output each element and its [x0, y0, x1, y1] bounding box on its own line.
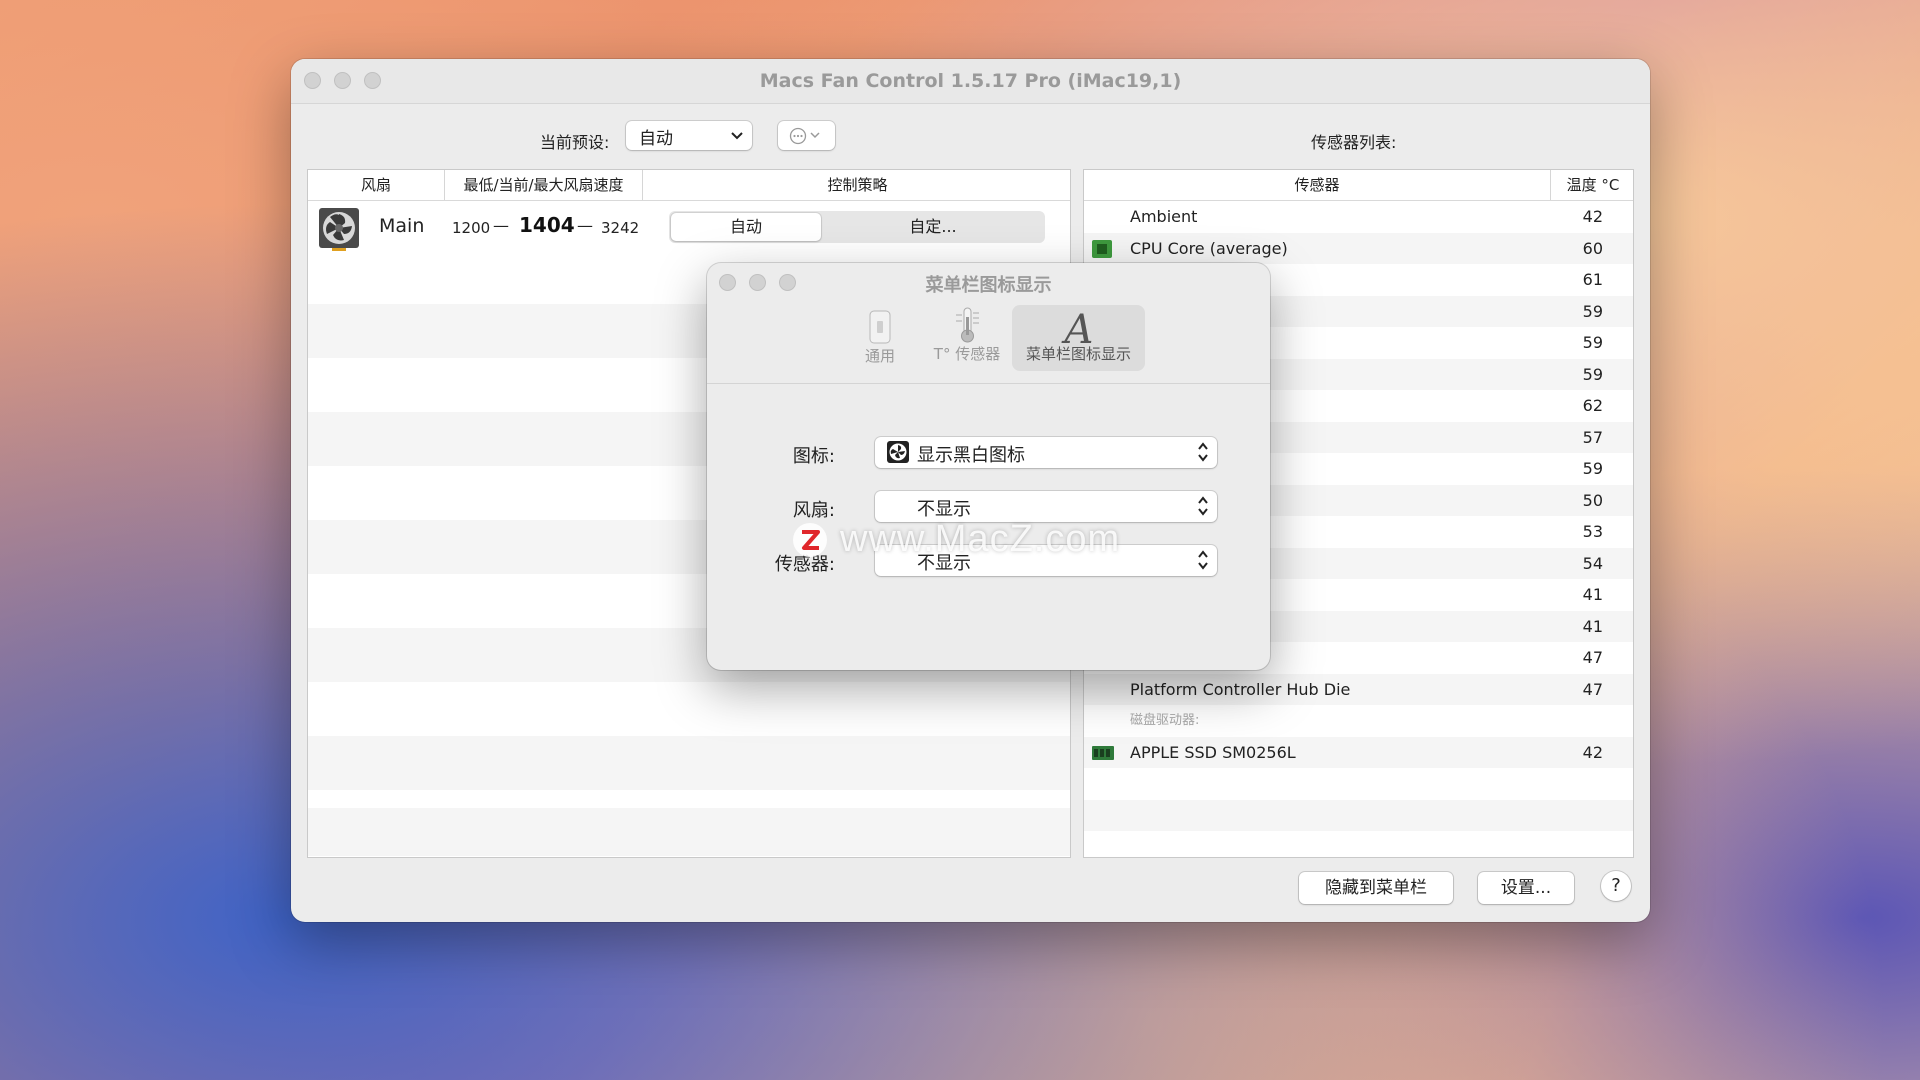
sensor-row[interactable]: APPLE SSD SM0256L 42 — [1084, 736, 1633, 768]
control-segmented: 自动 自定... — [669, 211, 1045, 243]
sensor-temp: 41 — [1582, 585, 1603, 604]
col-control[interactable]: 控制策略 — [643, 170, 1070, 200]
fan-label: 风扇: — [792, 500, 835, 521]
dash: — — [577, 216, 593, 235]
menubar-icon-dialog: 菜单栏图标显示 通用 T° 传感器 A 菜单栏图标显示 图标: 显示黑白图标 风… — [707, 263, 1270, 670]
empty-row — [1084, 799, 1633, 831]
col-fan[interactable]: 风扇 — [308, 170, 445, 200]
mode-custom-button[interactable]: 自定... — [823, 213, 1043, 241]
sensor-temp: 42 — [1582, 207, 1603, 226]
macz-logo-icon — [793, 523, 827, 557]
ellipsis-circle-icon — [789, 127, 820, 145]
up-down-chevron-icon — [1198, 550, 1208, 570]
ssd-icon — [1092, 745, 1114, 760]
sensor-temp: 41 — [1582, 616, 1603, 636]
fan-max-speed: 3242 — [601, 219, 640, 237]
sensor-row[interactable]: CPU Core (average) 60 — [1084, 232, 1633, 264]
sensor-table-header: 传感器 温度 °C — [1084, 170, 1633, 201]
empty-row — [308, 808, 1070, 856]
tab-general[interactable]: 通用 — [847, 305, 913, 371]
sensor-temp: 61 — [1582, 270, 1603, 289]
dash: — — [493, 216, 509, 235]
sensor-temp: 59 — [1582, 333, 1603, 352]
tab-sensors-label: T° 传感器 — [933, 345, 1001, 363]
watermark-text: www.MacZ.com — [840, 518, 1121, 560]
icon-select[interactable]: 显示黑白图标 — [875, 437, 1217, 468]
fan-name: Main — [379, 215, 425, 237]
more-options-button[interactable] — [778, 121, 835, 150]
tab-general-label: 通用 — [864, 347, 895, 365]
col-speed[interactable]: 最低/当前/最大风扇速度 — [445, 170, 643, 200]
cpu-chip-icon — [1092, 239, 1112, 258]
preset-select[interactable]: 自动 — [626, 121, 752, 150]
settings-button[interactable]: 设置... — [1478, 872, 1574, 904]
fan-min-speed: 1200 — [452, 219, 491, 237]
help-button[interactable]: ? — [1601, 871, 1631, 901]
tab-menubar-icon[interactable]: A 菜单栏图标显示 — [1012, 305, 1145, 371]
sensor-temp: 50 — [1582, 490, 1603, 510]
sensor-temp: 47 — [1582, 679, 1603, 699]
sensor-name: CPU Core (average) — [1130, 238, 1288, 258]
tab-sensors[interactable]: T° 传感器 — [921, 305, 1013, 371]
icon-select-value: 显示黑白图标 — [917, 445, 1025, 466]
fan-bw-icon — [887, 441, 909, 463]
sensor-temp: 57 — [1582, 427, 1603, 447]
up-down-chevron-icon — [1198, 442, 1208, 462]
disk-section-label: 磁盘驱动器: — [1130, 713, 1200, 728]
dialog-title: 菜单栏图标显示 — [925, 275, 1052, 296]
sensor-temp: 62 — [1582, 396, 1603, 415]
sensor-row[interactable]: Platform Controller Hub Die 47 — [1084, 673, 1633, 705]
fan-current-speed: 1404 — [519, 213, 575, 237]
preset-label: 当前预设: — [540, 133, 610, 152]
col-sensor[interactable]: 传感器 — [1084, 170, 1551, 200]
fan-row[interactable]: Main 1200 — 1404 — 3242 自动 自定... — [308, 201, 1070, 253]
hide-to-menubar-button[interactable]: 隐藏到菜单栏 — [1299, 872, 1453, 904]
sensor-temp: 54 — [1582, 553, 1603, 573]
sensor-name: APPLE SSD SM0256L — [1130, 742, 1296, 762]
fan-icon — [319, 208, 359, 251]
up-down-chevron-icon — [1198, 496, 1208, 516]
empty-row — [1084, 768, 1633, 800]
sensor-temp: 59 — [1582, 459, 1603, 478]
toolbar-divider — [707, 383, 1270, 384]
mode-auto-button[interactable]: 自动 — [671, 213, 821, 241]
sensor-row[interactable]: Ambient 42 — [1084, 201, 1633, 233]
sensor-temp: 47 — [1582, 648, 1603, 667]
col-temperature[interactable]: 温度 °C — [1551, 170, 1633, 200]
preset-value: 自动 — [639, 129, 673, 149]
chevron-down-icon — [731, 132, 743, 140]
window-title: Macs Fan Control 1.5.17 Pro (iMac19,1) — [759, 70, 1182, 92]
phone-switch-icon — [869, 310, 891, 344]
tab-menubar-icon-label: 菜单栏图标显示 — [1025, 345, 1131, 363]
sensor-name: Ambient — [1130, 207, 1198, 226]
sensor-temp: 59 — [1582, 301, 1603, 321]
empty-row — [308, 736, 1070, 790]
icon-label: 图标: — [792, 446, 835, 467]
sensor-temp: 59 — [1582, 364, 1603, 384]
sensor-temp: 53 — [1582, 522, 1603, 541]
title-bar: Macs Fan Control 1.5.17 Pro (iMac19,1) — [291, 59, 1650, 104]
sensor-list-label: 传感器列表: — [1311, 133, 1397, 152]
thermometer-icon — [956, 307, 979, 343]
section-header-row: 磁盘驱动器: — [1084, 705, 1633, 737]
fan-table-header: 风扇 最低/当前/最大风扇速度 控制策略 — [308, 170, 1070, 201]
letter-a-icon: A — [1060, 307, 1093, 347]
sensor-temp: 42 — [1582, 742, 1603, 762]
svg-text:A: A — [1060, 307, 1093, 347]
empty-row — [1084, 831, 1633, 857]
sensor-name: Platform Controller Hub Die — [1130, 679, 1351, 699]
sensor-temp: 60 — [1582, 238, 1603, 258]
